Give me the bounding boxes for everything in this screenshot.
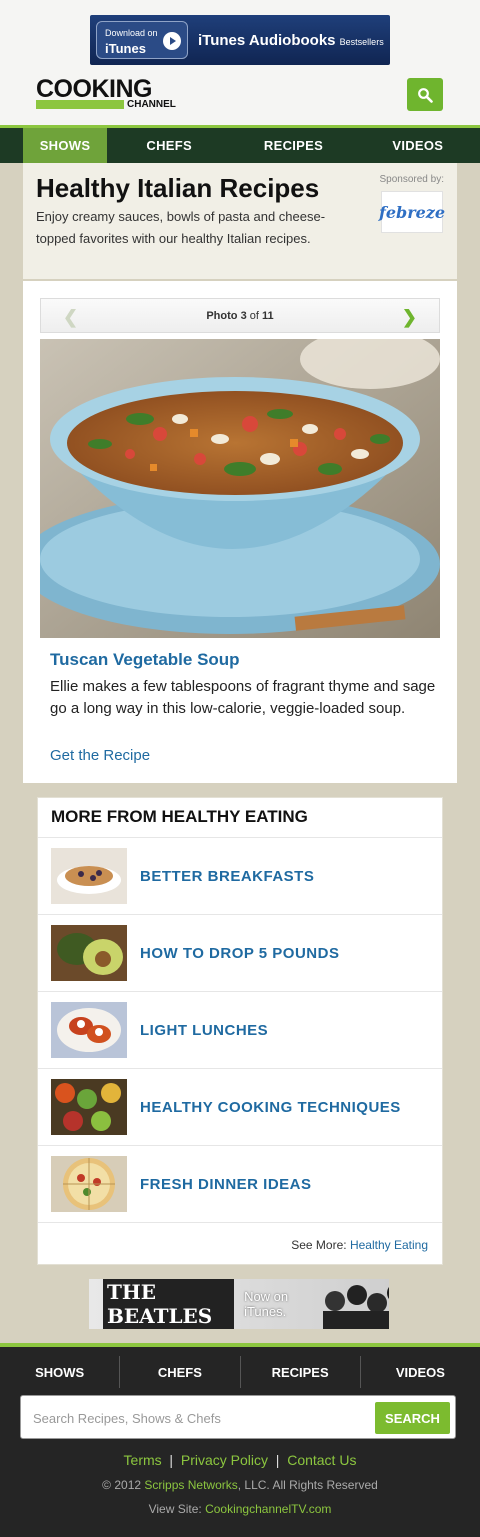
contact-us-link[interactable]: Contact Us xyxy=(287,1452,356,1468)
ad-band-name: THE BEATLES xyxy=(103,1279,235,1329)
page-description: Enjoy creamy sauces, bowls of pasta and … xyxy=(36,209,326,246)
view-site-label: View Site: xyxy=(148,1502,202,1516)
list-item-label: FRESH DINNER IDEAS xyxy=(140,1176,312,1193)
footer-search: SEARCH xyxy=(20,1395,456,1439)
next-arrow-icon[interactable]: ❯ xyxy=(402,307,417,328)
copyright: © 2012 Scripps Networks, LLC. All Rights… xyxy=(0,1478,480,1492)
page-title: Healthy Italian Recipes xyxy=(36,173,320,203)
search-icon xyxy=(418,87,433,103)
logo-word: COOKING xyxy=(36,75,152,103)
gallery-pager: ❮ Photo 3 of 11 ❯ xyxy=(40,298,440,333)
list-item-label: HOW TO DROP 5 POUNDS xyxy=(140,945,340,962)
footer-nav: SHOWS CHEFS RECIPES VIDEOS xyxy=(0,1356,480,1388)
footer-nav-videos[interactable]: VIDEOS xyxy=(361,1356,480,1388)
recipe-photo[interactable] xyxy=(40,339,440,638)
link-separator: | xyxy=(271,1452,284,1468)
scripps-networks-link[interactable]: Scripps Networks xyxy=(144,1478,237,1492)
more-list: BETTER BREAKFASTS HOW TO DROP 5 POUNDS L… xyxy=(38,837,442,1223)
photo-prefix: Photo xyxy=(206,310,238,322)
ad-headline-text: iTunes Audiobooks xyxy=(198,31,336,49)
get-recipe-link[interactable]: Get the Recipe xyxy=(50,747,150,764)
footer-nav-chefs[interactable]: CHEFS xyxy=(120,1356,241,1388)
list-item[interactable]: BETTER BREAKFASTS xyxy=(38,837,442,914)
copyright-prefix: © 2012 xyxy=(102,1478,142,1492)
see-more-link[interactable]: Healthy Eating xyxy=(350,1238,428,1252)
nav-shows[interactable]: SHOWS xyxy=(23,128,107,163)
footer: SHOWS CHEFS RECIPES VIDEOS SEARCH Terms … xyxy=(0,1343,480,1537)
nav-recipes[interactable]: RECIPES xyxy=(231,128,355,163)
list-item[interactable]: HOW TO DROP 5 POUNDS xyxy=(38,914,442,991)
list-divider xyxy=(38,1222,442,1223)
terms-link[interactable]: Terms xyxy=(124,1452,162,1468)
ad-headline: iTunes Audiobooks Bestsellers xyxy=(198,32,384,49)
view-site-link[interactable]: CookingchannelTV.com xyxy=(205,1502,331,1516)
sponsor-logo[interactable]: febreze xyxy=(379,191,445,233)
badge-line2: iTunes xyxy=(105,41,146,56)
footer-links: Terms | Privacy Policy | Contact Us xyxy=(0,1452,480,1468)
search-submit-button[interactable]: SEARCH xyxy=(375,1402,450,1434)
breakfast-thumbnail xyxy=(51,848,127,904)
beatles-itunes-ad[interactable]: THE BEATLES Now on iTunes. xyxy=(89,1279,389,1329)
sponsored-label: Sponsored by: xyxy=(379,174,445,185)
footer-nav-recipes[interactable]: RECIPES xyxy=(241,1356,361,1388)
more-heading: MORE FROM HEALTHY EATING xyxy=(51,807,308,826)
footer-nav-shows[interactable]: SHOWS xyxy=(0,1356,121,1388)
list-item[interactable]: LIGHT LUNCHES xyxy=(38,991,442,1068)
privacy-policy-link[interactable]: Privacy Policy xyxy=(181,1452,268,1468)
search-input[interactable] xyxy=(33,1408,373,1428)
photo-counter: Photo 3 of 11 xyxy=(41,310,439,322)
play-icon xyxy=(163,32,181,50)
ad-bottom-text: Now on iTunes. xyxy=(244,1289,289,1319)
list-item-label: BETTER BREAKFASTS xyxy=(140,868,315,885)
link-separator: | xyxy=(165,1452,177,1468)
nav-videos[interactable]: VIDEOS xyxy=(356,128,480,163)
copyright-suffix: , LLC. All Rights Reserved xyxy=(237,1478,378,1492)
page-header: Healthy Italian Recipes Enjoy creamy sau… xyxy=(23,163,457,279)
see-more: See More: Healthy Eating xyxy=(291,1238,428,1252)
itunes-audiobooks-ad[interactable]: Download on iTunes iTunes Audiobooks Bes… xyxy=(90,15,390,65)
nav-chefs[interactable]: CHEFS xyxy=(107,128,231,163)
logo-bar xyxy=(36,100,124,109)
itunes-badge: Download on iTunes xyxy=(96,21,188,59)
photo-current: 3 xyxy=(240,310,247,322)
cooking-channel-logo[interactable]: COOKING CHANNEL xyxy=(36,75,176,112)
photo-total: 11 xyxy=(262,310,274,322)
vegetables-thumbnail xyxy=(51,1079,127,1135)
recipe-description: Ellie makes a few tablespoons of fragran… xyxy=(50,678,436,717)
avocado-thumbnail xyxy=(51,925,127,981)
view-site: View Site: CookingchannelTV.com xyxy=(0,1502,480,1516)
list-item[interactable]: FRESH DINNER IDEAS xyxy=(38,1145,442,1222)
more-from-healthy-eating: MORE FROM HEALTHY EATING BETTER BREAKFAS… xyxy=(37,797,443,1265)
photo-gallery-card: ❮ Photo 3 of 11 ❯ Tuscan Vegetable Soup … xyxy=(23,281,457,783)
see-more-label: See More: xyxy=(291,1238,347,1252)
lunch-thumbnail xyxy=(51,1002,127,1058)
logo-sub: CHANNEL xyxy=(127,99,176,110)
list-item[interactable]: HEALTHY COOKING TECHNIQUES xyxy=(38,1068,442,1145)
search-button[interactable] xyxy=(407,78,443,111)
list-item-label: HEALTHY COOKING TECHNIQUES xyxy=(140,1099,401,1116)
ad-tag: Bestsellers xyxy=(339,36,384,47)
badge-line1: Download on xyxy=(105,28,158,38)
band-photo xyxy=(322,1285,389,1329)
photo-of: of xyxy=(249,310,259,322)
list-item-label: LIGHT LUNCHES xyxy=(140,1022,269,1039)
main-nav: SHOWS CHEFS RECIPES VIDEOS xyxy=(0,125,480,163)
recipe-title[interactable]: Tuscan Vegetable Soup xyxy=(50,650,240,670)
pizza-thumbnail xyxy=(51,1156,127,1212)
